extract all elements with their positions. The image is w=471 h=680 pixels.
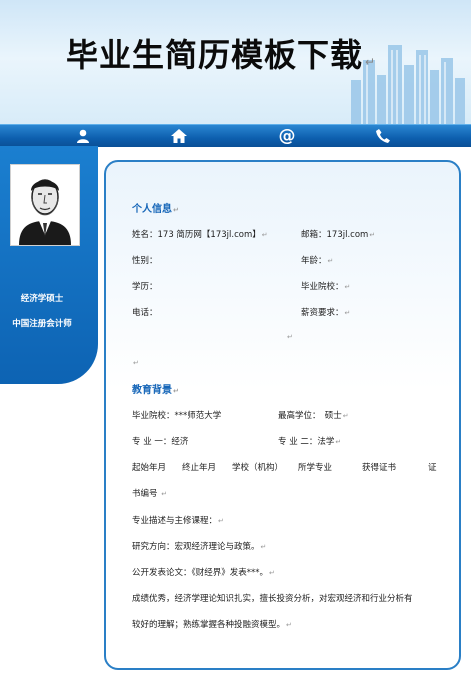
sidebar-degree: 经济学硕士 — [20, 294, 64, 304]
field-school: 毕业院校：↵ — [301, 282, 351, 292]
resume-card: 个人信息↵ 姓名：173 简历网【173jl.com】↵ 邮箱：173jl.co… — [104, 160, 461, 670]
paragraph-mark: ↵ — [133, 359, 139, 367]
edu-col-start: 起始年月 — [132, 463, 167, 473]
edu-courses: 专业描述与主修课程：↵ — [132, 516, 224, 526]
field-age: 年龄：↵ — [301, 256, 334, 266]
edu-col-school: 学校（机构） — [232, 463, 284, 473]
edu-major-2: 专 业 二：法学↵ — [278, 437, 342, 447]
field-gender: 性别： — [132, 256, 158, 266]
person-icon[interactable] — [70, 126, 96, 146]
at-icon[interactable]: @ — [274, 126, 300, 146]
edu-paper: 公开发表论文：《财经界》发表***。↵ — [132, 568, 275, 578]
edu-major-1: 专 业 一：经济 — [132, 437, 189, 447]
edu-summary-line-2: 较好的理解；熟练掌握各种投融资模型。↵ — [132, 620, 292, 630]
edu-col-cert-no-cont: 书编号 ↵ — [132, 489, 168, 499]
edu-col-cert: 获得证书 — [362, 463, 397, 473]
edu-research: 研究方向：宏观经济理论与政策。↵ — [132, 542, 267, 552]
field-name: 姓名：173 简历网【173jl.com】↵ — [132, 230, 268, 240]
field-education: 学历： — [132, 282, 158, 292]
edu-summary-line-1: 成绩优秀，经济学理论知识扎实，擅长投资分析，对宏观经济和行业分析有 — [132, 594, 413, 604]
phone-icon[interactable] — [370, 126, 396, 146]
edu-col-end: 终止年月 — [182, 463, 217, 473]
edu-degree: 最高学位： 硕士↵ — [278, 411, 349, 421]
profile-photo — [10, 164, 80, 246]
profile-sidebar: 经济学硕士 中国注册会计师 — [0, 146, 98, 384]
edu-school: 毕业院校：***师范大学 — [132, 411, 222, 421]
home-icon[interactable] — [166, 126, 192, 146]
edu-col-major: 所学专业 — [298, 463, 333, 473]
section-heading-education: 教育背景↵ — [132, 385, 179, 396]
paragraph-mark: ↵ — [287, 333, 293, 341]
field-salary: 薪资要求：↵ — [301, 308, 351, 318]
field-email: 邮箱：173jl.com↵ — [301, 230, 376, 240]
edu-col-cert-no: 证 — [428, 463, 437, 473]
section-heading-personal: 个人信息↵ — [132, 204, 179, 215]
header-banner: 毕业生简历模板下载 ↵ — [0, 0, 471, 130]
sidebar-certificate: 中国注册会计师 — [12, 319, 72, 329]
field-phone: 电话： — [132, 308, 158, 318]
page-title: 毕业生简历模板下载 ↵ — [66, 36, 377, 74]
nav-bar: @ — [0, 124, 471, 147]
